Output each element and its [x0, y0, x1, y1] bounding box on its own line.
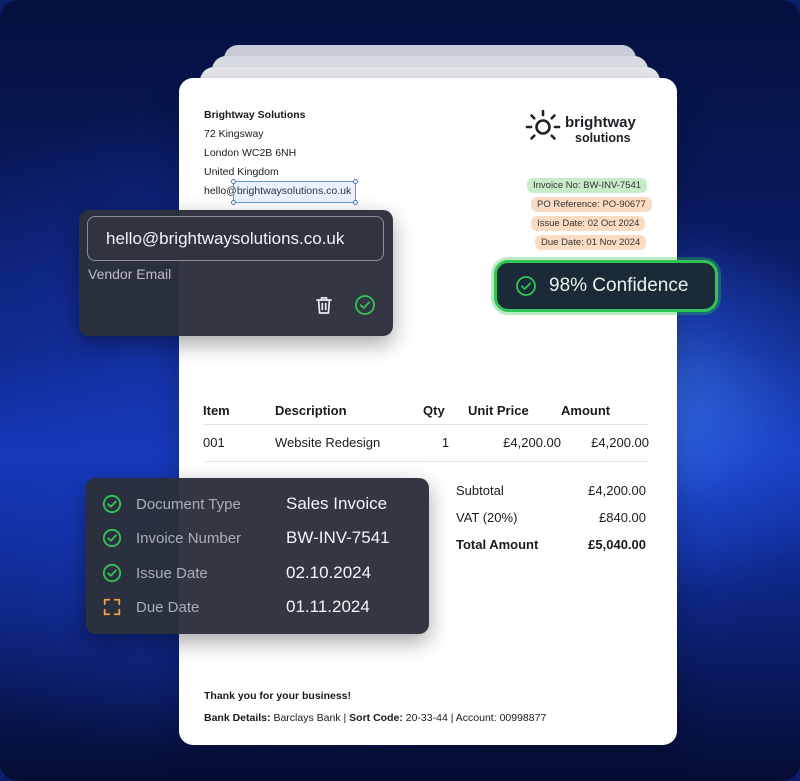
vendor-name: Brightway Solutions — [204, 109, 306, 121]
column-header-amount: Amount — [561, 402, 611, 418]
cell-description: Website Redesign — [275, 423, 423, 462]
total-value: £5,040.00 — [588, 537, 646, 552]
field-label: Invoice Number — [136, 530, 242, 547]
totals-block: Subtotal £4,200.00 VAT (20%) £840.00 Tot… — [456, 477, 646, 558]
cell-item: 001 — [203, 423, 275, 462]
check-circle-icon — [102, 494, 122, 514]
thanks-note: Thank you for your business! — [204, 690, 352, 702]
email-selection-box[interactable] — [231, 179, 358, 205]
brand-name-line2: solutions — [575, 131, 631, 145]
vendor-email-label: Vendor Email — [88, 266, 172, 282]
selection-handle[interactable] — [353, 200, 358, 205]
check-circle-icon — [516, 276, 536, 296]
column-header-item: Item — [203, 402, 230, 418]
bank-details: Bank Details: Barclays Bank | Sort Code:… — [204, 712, 546, 724]
column-header-unit-price: Unit Price — [468, 402, 529, 418]
sun-icon — [525, 109, 561, 140]
cell-qty: 1 — [423, 423, 468, 462]
vendor-address-line1: 72 Kingsway — [204, 128, 264, 140]
tag-due-date[interactable]: Due Date: 01 Nov 2024 — [535, 235, 647, 250]
brand-name: brightway — [565, 114, 636, 131]
cell-unit-price: £4,200.00 — [468, 423, 561, 462]
selection-handle[interactable] — [231, 179, 236, 184]
bank-label: Bank Details: — [204, 712, 271, 724]
field-label: Document Type — [136, 496, 241, 513]
column-header-qty: Qty — [423, 402, 445, 418]
sort-code: 20-33-44 — [405, 712, 448, 724]
vendor-email-input[interactable]: hello@brightwaysolutions.co.uk — [87, 216, 384, 261]
check-circle-icon — [102, 528, 122, 548]
field-value[interactable]: 01.11.2024 — [286, 597, 370, 617]
check-circle-icon — [102, 563, 122, 583]
vendor-email-panel: hello@brightwaysolutions.co.uk Vendor Em… — [79, 210, 393, 336]
tag-po-reference[interactable]: PO Reference: PO-90677 — [531, 197, 652, 212]
field-value[interactable]: 02.10.2024 — [286, 563, 371, 583]
subtotal-value: £4,200.00 — [588, 483, 646, 498]
vendor-address-line2: London WC2B 6NH — [204, 147, 297, 159]
tag-invoice-no[interactable]: Invoice No: BW-INV-7541 — [527, 178, 648, 193]
total-label: Total Amount — [456, 537, 539, 552]
scan-frame-icon — [103, 598, 121, 616]
trash-icon[interactable] — [315, 295, 333, 315]
line-items-table: Item Description Qty Unit Price Amount 0… — [203, 397, 649, 462]
tag-issue-date[interactable]: Issue Date: 02 Oct 2024 — [531, 216, 646, 231]
brand-logo: brightway solutions — [525, 108, 655, 148]
subtotal-row: Subtotal £4,200.00 — [456, 477, 646, 504]
selection-handle[interactable] — [231, 200, 236, 205]
field-row-due-date[interactable]: Due Date 01.11.2024 — [86, 592, 429, 622]
total-row: Total Amount £5,040.00 — [456, 531, 646, 558]
cell-amount: £4,200.00 — [561, 423, 649, 462]
vat-row: VAT (20%) £840.00 — [456, 504, 646, 531]
extracted-fields-panel: Document Type Sales Invoice Invoice Numb… — [86, 478, 429, 634]
subtotal-label: Subtotal — [456, 483, 504, 498]
check-circle-icon[interactable] — [354, 294, 376, 316]
account-number: 00998877 — [499, 712, 547, 724]
field-row-invoice-number[interactable]: Invoice Number BW-INV-7541 — [86, 523, 429, 553]
table-row: 001 Website Redesign 1 £4,200.00 £4,200.… — [203, 423, 649, 462]
bank-name: Barclays Bank — [273, 712, 341, 724]
field-row-issue-date[interactable]: Issue Date 02.10.2024 — [86, 558, 429, 588]
sort-code-label: Sort Code: — [349, 712, 403, 724]
column-header-description: Description — [275, 402, 347, 418]
confidence-label: 98% Confidence — [549, 275, 689, 296]
selection-handle[interactable] — [353, 179, 358, 184]
field-label: Due Date — [136, 599, 200, 616]
account-label: Account: — [455, 712, 497, 724]
field-label: Issue Date — [136, 565, 208, 582]
vendor-country: United Kingdom — [204, 166, 279, 178]
field-row-document-type[interactable]: Document Type Sales Invoice — [86, 489, 429, 519]
confidence-badge: 98% Confidence — [494, 260, 718, 312]
field-value[interactable]: Sales Invoice — [286, 494, 387, 514]
field-value[interactable]: BW-INV-7541 — [286, 528, 390, 548]
invoice-footer: Thank you for your business! Bank Detail… — [204, 690, 546, 724]
vat-value: £840.00 — [599, 510, 646, 525]
vat-label: VAT (20%) — [456, 510, 518, 525]
